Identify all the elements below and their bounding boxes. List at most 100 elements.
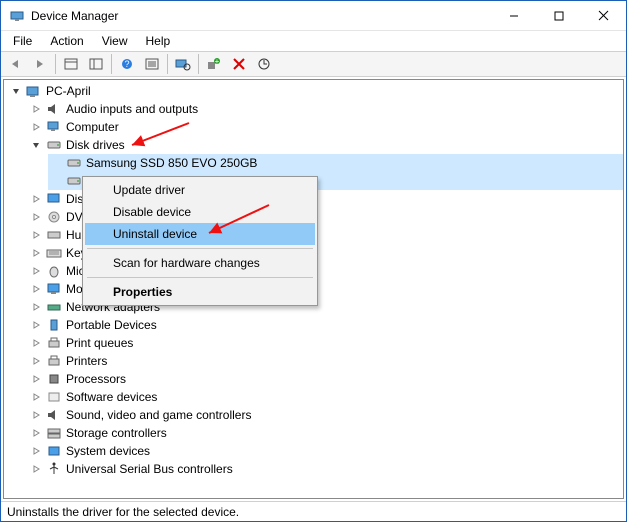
help-button[interactable]: ? [115,53,139,75]
tree-node-label: Portable Devices [66,316,157,334]
context-menu-item[interactable]: Uninstall device [85,223,315,245]
expand-icon[interactable] [30,373,42,385]
window-title: Device Manager [31,9,491,23]
tree-node-label: PC-April [46,82,91,100]
tree-node[interactable]: Computer [28,118,623,136]
tree-node-label: Universal Serial Bus controllers [66,460,233,478]
menu-help[interactable]: Help [138,33,179,49]
tree-node[interactable]: Processors [28,370,623,388]
back-button[interactable] [3,53,27,75]
tree-node-label: Print queues [66,334,133,352]
menu-view[interactable]: View [94,33,136,49]
context-menu: Update driverDisable deviceUninstall dev… [82,176,318,306]
context-menu-item[interactable]: Disable device [85,201,315,223]
tree-node-label: Processors [66,370,126,388]
expand-icon[interactable] [30,445,42,457]
expand-icon[interactable] [30,283,42,295]
audio-icon [46,407,62,423]
hid-icon [46,227,62,243]
disk-icon [66,155,82,171]
network-icon [46,299,62,315]
tree-node[interactable]: Software devices [28,388,623,406]
menu-action[interactable]: Action [42,33,91,49]
tree-node[interactable]: System devices [28,442,623,460]
uninstall-button[interactable] [227,53,251,75]
disk-icon [66,173,82,189]
toolbar-separator [167,54,168,74]
tree-node-label: Audio inputs and outputs [66,100,198,118]
tree-node[interactable]: Print queues [28,334,623,352]
properties-pane-button[interactable] [84,53,108,75]
mouse-icon [46,263,62,279]
tree-node[interactable]: Storage controllers [28,424,623,442]
disk-icon [46,137,62,153]
toolbar-separator [111,54,112,74]
forward-button[interactable] [28,53,52,75]
tree-node[interactable]: Universal Serial Bus controllers [28,460,623,478]
maximize-button[interactable] [536,1,581,30]
add-legacy-button[interactable]: + [202,53,226,75]
properties-button[interactable] [140,53,164,75]
tree-node[interactable]: Printers [28,352,623,370]
expand-icon[interactable] [30,409,42,421]
computer-icon [46,119,62,135]
tree-node[interactable]: Samsung SSD 850 EVO 250GB [48,154,623,172]
tree-node[interactable]: Disk drives [28,136,623,154]
minimize-button[interactable] [491,1,536,30]
computer-icon [26,83,42,99]
usb-icon [46,461,62,477]
tree-node-label: Storage controllers [66,424,167,442]
tree-node-label: Software devices [66,388,157,406]
context-menu-separator [87,277,313,278]
tree-node-label: Printers [66,352,107,370]
expand-icon[interactable] [30,139,42,151]
close-button[interactable] [581,1,626,30]
storage-icon [46,425,62,441]
expand-icon[interactable] [30,391,42,403]
display-icon [46,191,62,207]
menu-file[interactable]: File [5,33,40,49]
expand-icon[interactable] [30,337,42,349]
system-icon [46,443,62,459]
portable-icon [46,317,62,333]
keyboard-icon [46,245,62,261]
device-tree-pane[interactable]: PC-AprilAudio inputs and outputsComputer… [3,79,624,499]
context-menu-item[interactable]: Update driver [85,179,315,201]
expand-icon[interactable] [30,319,42,331]
expand-icon[interactable] [30,121,42,133]
context-menu-item[interactable]: Properties [85,281,315,303]
svg-text:+: + [215,57,220,66]
toolbar-separator [198,54,199,74]
svg-text:?: ? [124,59,129,69]
audio-icon [46,101,62,117]
software-icon [46,389,62,405]
tree-node[interactable]: Sound, video and game controllers [28,406,623,424]
show-hide-button[interactable] [59,53,83,75]
window-controls [491,1,626,30]
printer-icon [46,335,62,351]
tree-root-node[interactable]: PC-April [8,82,623,100]
expand-icon[interactable] [30,193,42,205]
expand-icon[interactable] [30,229,42,241]
expand-icon[interactable] [30,247,42,259]
cpu-icon [46,371,62,387]
expand-icon[interactable] [30,355,42,367]
expand-icon[interactable] [30,427,42,439]
dvd-icon [46,209,62,225]
context-menu-item[interactable]: Scan for hardware changes [85,252,315,274]
expand-icon[interactable] [30,301,42,313]
expand-icon[interactable] [30,211,42,223]
scan-hardware-button[interactable] [171,53,195,75]
expand-icon[interactable] [30,463,42,475]
expand-icon[interactable] [10,85,22,97]
context-menu-separator [87,248,313,249]
tree-node-label: Disk drives [66,136,125,154]
expand-icon[interactable] [30,265,42,277]
expand-icon[interactable] [30,103,42,115]
update-driver-button[interactable] [252,53,276,75]
tree-node[interactable]: Portable Devices [28,316,623,334]
tree-node-label: Samsung SSD 850 EVO 250GB [86,154,257,172]
menubar: File Action View Help [1,31,626,51]
device-manager-window: Device Manager File Action View Help ? [0,0,627,522]
tree-node[interactable]: Audio inputs and outputs [28,100,623,118]
